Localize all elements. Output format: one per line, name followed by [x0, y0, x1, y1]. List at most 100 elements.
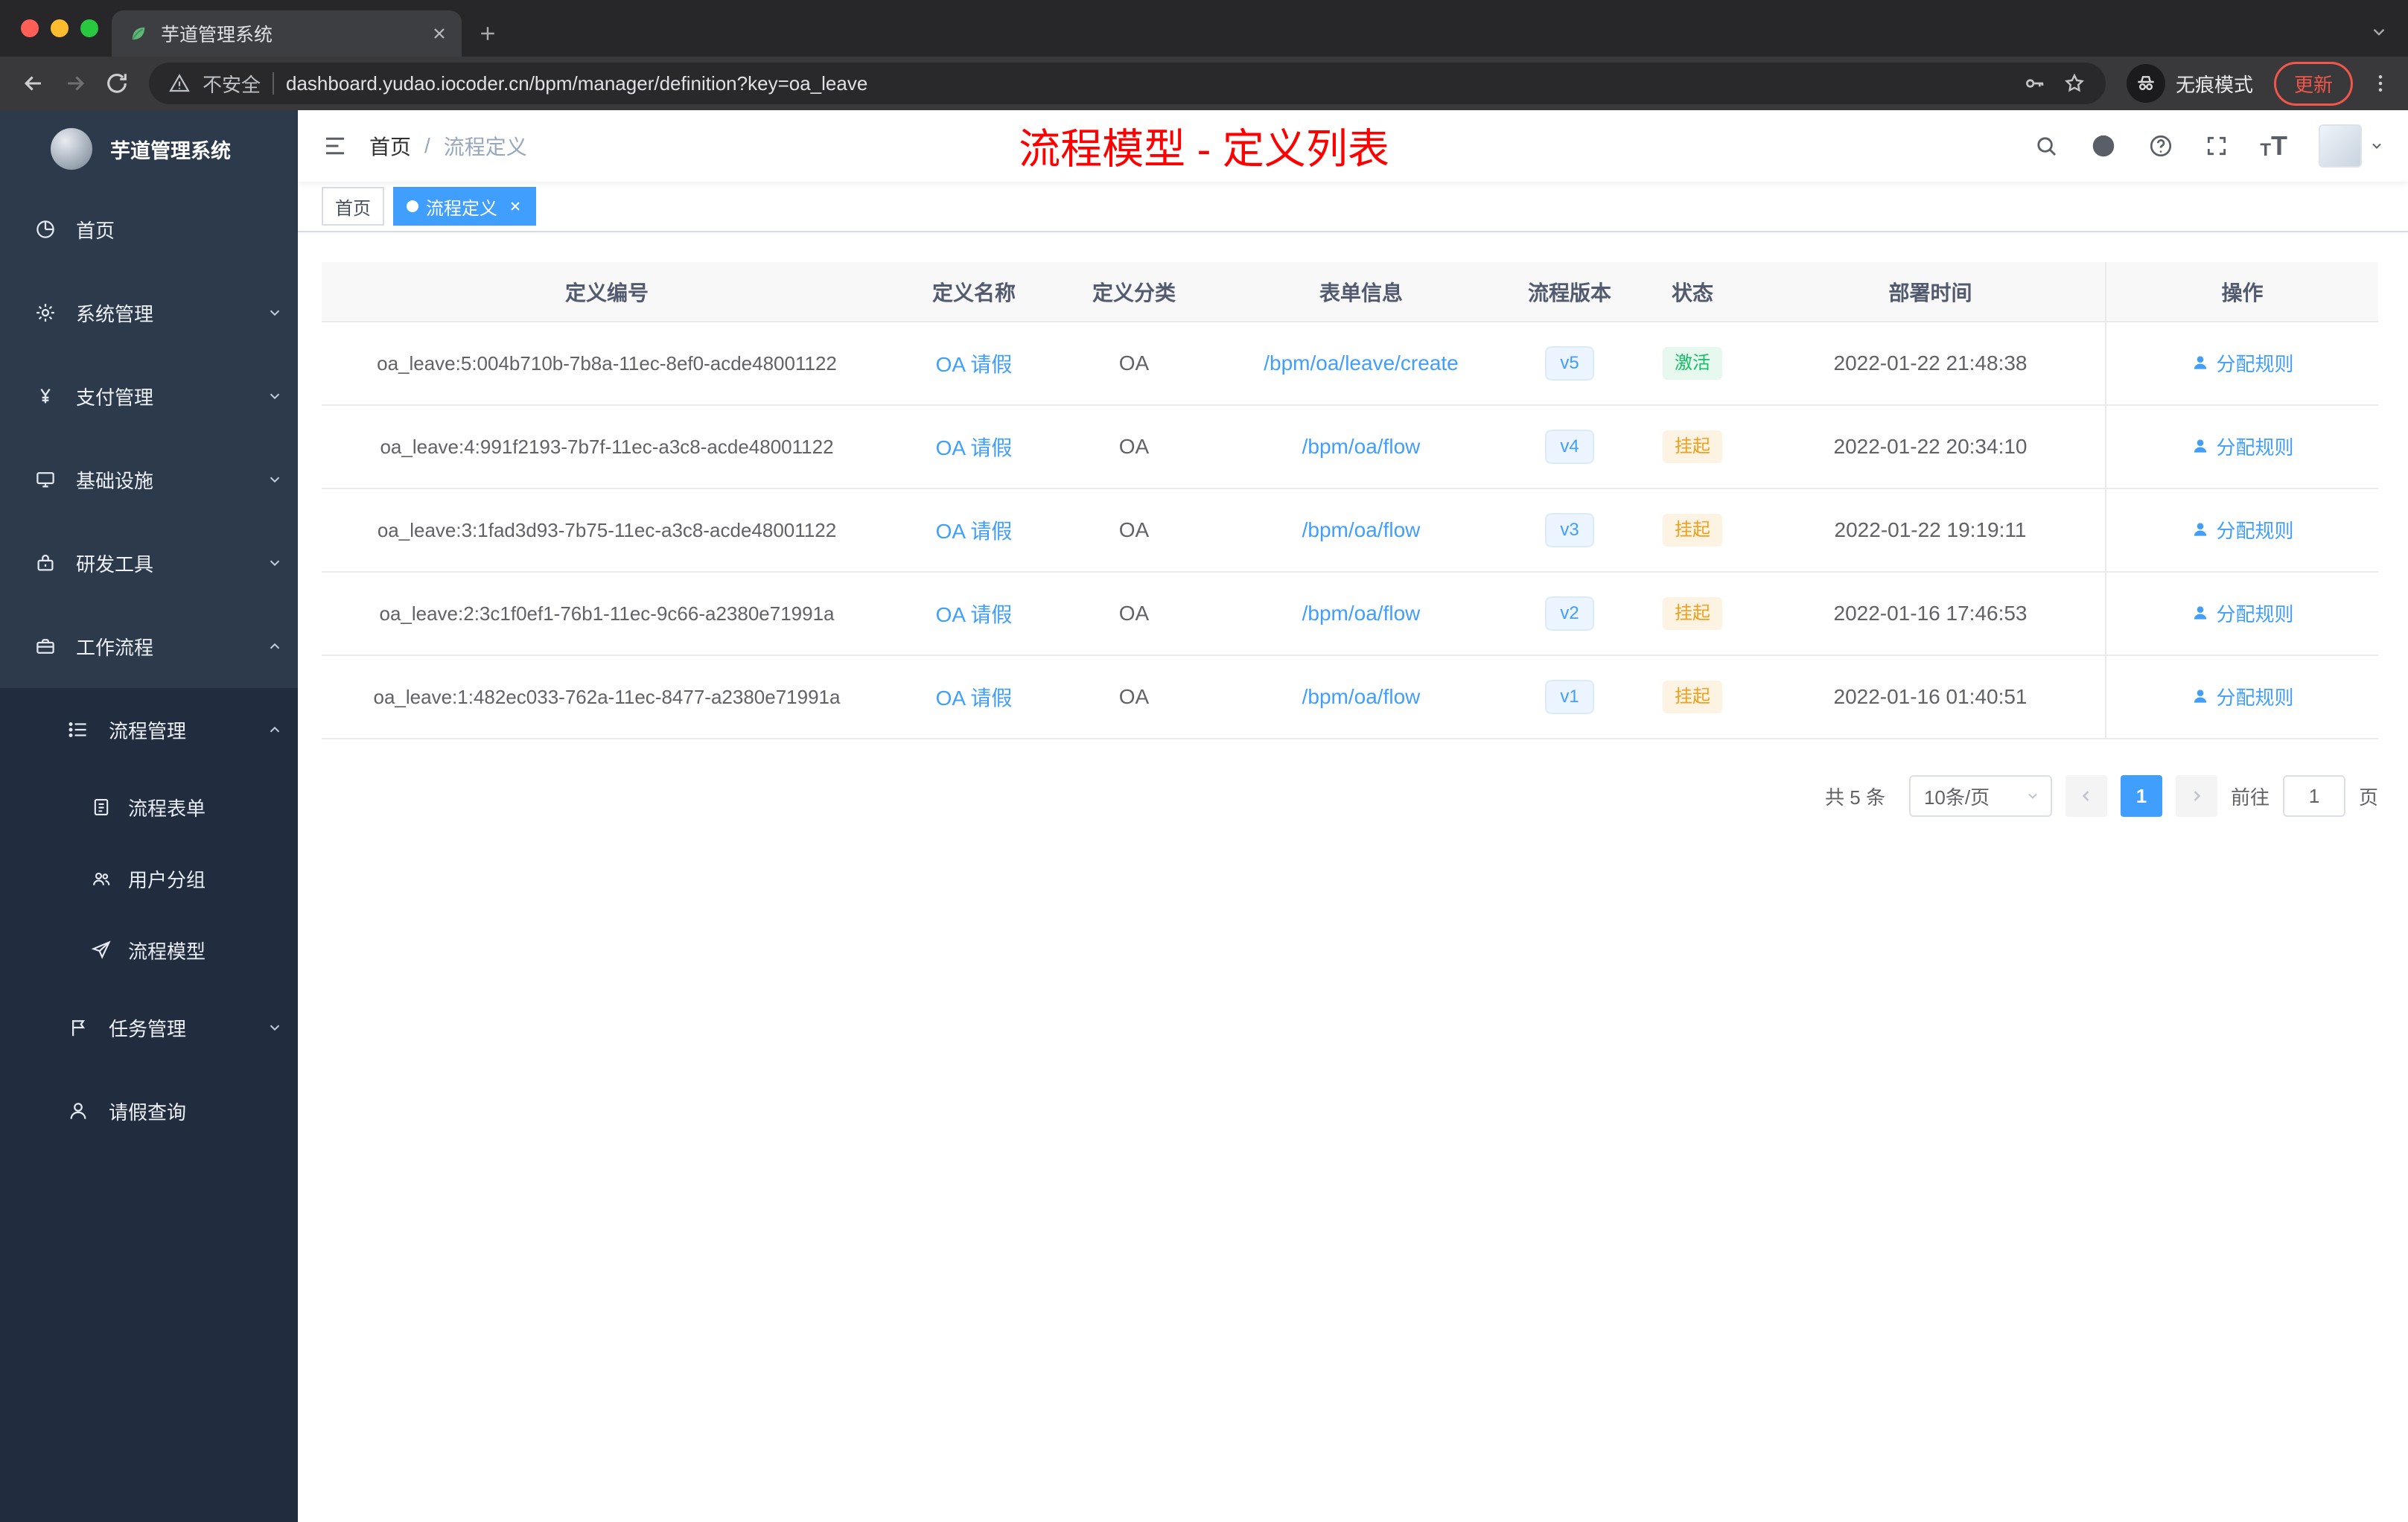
col-definition-category: 定义分类 [1056, 262, 1212, 322]
github-icon[interactable] [2090, 133, 2117, 159]
definition-name-link[interactable]: OA 请假 [936, 687, 1013, 710]
tag-process-definition[interactable]: 流程定义 [393, 187, 536, 226]
dashboard-icon [34, 218, 57, 241]
new-tab-button[interactable] [477, 22, 499, 45]
menu-label: 请假查询 [109, 1101, 187, 1124]
sidebar-item-leave-query[interactable]: 请假查询 [0, 1069, 298, 1153]
chevron-down-icon [267, 305, 283, 321]
active-dot [407, 200, 418, 212]
status-tag: 激活 [1663, 347, 1722, 380]
browser-menu-icon[interactable] [2369, 72, 2392, 95]
fullscreen-icon[interactable] [2205, 134, 2229, 158]
sidebar-item-home[interactable]: 首页 [0, 188, 298, 271]
col-definition-name: 定义名称 [892, 262, 1056, 322]
sidebar-item-user-group[interactable]: 用户分组 [0, 843, 298, 914]
col-operation: 操作 [2105, 262, 2378, 322]
sidebar-item-payment[interactable]: 支付管理 [0, 354, 298, 438]
form-url-link[interactable]: /bpm/oa/flow [1302, 435, 1421, 458]
form-url-link[interactable]: /bpm/oa/leave/create [1264, 351, 1459, 375]
menu-label: 研发工具 [76, 553, 154, 576]
definition-id: oa_leave:4:991f2193-7b7f-11ec-a3c8-acde4… [380, 436, 834, 458]
assign-rule-link[interactable]: 分配规则 [2191, 433, 2294, 460]
avatar[interactable] [2319, 124, 2362, 168]
sidebar-item-system[interactable]: 系统管理 [0, 271, 298, 354]
back-icon[interactable] [16, 66, 51, 101]
status-tag: 挂起 [1663, 681, 1722, 713]
sidebar-item-process-form[interactable]: 流程表单 [0, 771, 298, 843]
url-text[interactable]: dashboard.yudao.iocoder.cn/bpm/manager/d… [286, 72, 2010, 95]
goto-page-input[interactable] [2282, 775, 2345, 817]
traffic-light-fullscreen[interactable] [80, 19, 98, 37]
prev-page-button[interactable] [2065, 775, 2107, 817]
reload-icon[interactable] [100, 66, 134, 101]
chevron-down-icon [2025, 789, 2040, 803]
status-tag: 挂起 [1663, 430, 1722, 463]
bookmark-star-icon[interactable] [2063, 71, 2086, 95]
tag-home[interactable]: 首页 [322, 187, 384, 226]
deploy-time: 2022-01-16 17:46:53 [1833, 602, 2028, 625]
tab-close-icon[interactable] [430, 25, 448, 42]
version-tag: v1 [1545, 680, 1594, 714]
main-area: 首页 / 流程定义 流程模型 - 定义列表 TT 首页 流程定义 定义编号 定义… [298, 110, 2408, 1522]
address-bar[interactable]: 不安全 dashboard.yudao.iocoder.cn/bpm/manag… [149, 63, 2106, 104]
help-icon[interactable] [2148, 133, 2173, 159]
forward-icon[interactable] [58, 66, 92, 101]
definition-name-link[interactable]: OA 请假 [936, 603, 1013, 626]
form-url-link[interactable]: /bpm/oa/flow [1302, 518, 1421, 541]
menu-label: 支付管理 [76, 386, 154, 409]
assign-rule-link[interactable]: 分配规则 [2191, 599, 2294, 627]
sidebar-item-infrastructure[interactable]: 基础设施 [0, 438, 298, 521]
definition-id: oa_leave:1:482ec033-762a-11ec-8477-a2380… [373, 686, 841, 708]
user-icon [2191, 603, 2210, 623]
definition-table: 定义编号 定义名称 定义分类 表单信息 流程版本 状态 部署时间 操作 oa_l… [322, 262, 2378, 739]
current-page-button[interactable]: 1 [2120, 775, 2162, 817]
key-icon[interactable] [2022, 71, 2046, 95]
chevron-up-icon [267, 722, 283, 738]
traffic-light-close[interactable] [21, 19, 39, 37]
yen-icon [34, 385, 57, 407]
sidebar-item-task-management[interactable]: 任务管理 [0, 986, 298, 1069]
traffic-light-minimize[interactable] [51, 19, 69, 37]
menu-label: 任务管理 [109, 1017, 187, 1040]
menu-label: 系统管理 [76, 302, 154, 325]
security-label[interactable]: 不安全 [203, 70, 261, 98]
page-size-select[interactable]: 10条/页 [1908, 775, 2052, 817]
deploy-time: 2022-01-16 01:40:51 [1833, 685, 2028, 708]
definition-name-link[interactable]: OA 请假 [936, 520, 1013, 543]
search-icon[interactable] [2033, 133, 2059, 159]
browser-tab[interactable]: 芋道管理系统 [112, 10, 462, 57]
users-icon [91, 868, 112, 889]
breadcrumb-home[interactable]: 首页 [369, 131, 411, 161]
definition-name-link[interactable]: OA 请假 [936, 353, 1013, 376]
form-url-link[interactable]: /bpm/oa/flow [1302, 602, 1421, 625]
sidebar-item-devtools[interactable]: 研发工具 [0, 521, 298, 605]
tag-close-icon[interactable] [508, 199, 523, 214]
deploy-time: 2022-01-22 20:34:10 [1833, 435, 2028, 458]
next-page-button[interactable] [2175, 775, 2217, 817]
form-url-link[interactable]: /bpm/oa/flow [1302, 685, 1421, 708]
tab-search-chevron-icon[interactable] [2369, 22, 2389, 42]
update-button[interactable]: 更新 [2273, 61, 2353, 106]
assign-rule-link[interactable]: 分配规则 [2191, 516, 2294, 544]
table-row: oa_leave:2:3c1f0ef1-76b1-11ec-9c66-a2380… [322, 572, 2378, 656]
definition-name-link[interactable]: OA 请假 [936, 436, 1013, 459]
chevron-down-icon [267, 388, 283, 404]
font-size-icon[interactable]: TT [2260, 133, 2287, 159]
status-tag: 挂起 [1663, 597, 1722, 630]
table-row: oa_leave:3:1fad3d93-7b75-11ec-a3c8-acde4… [322, 488, 2378, 573]
user-icon [67, 1100, 89, 1122]
chevron-down-icon [267, 555, 283, 571]
chevron-down-icon [2369, 138, 2384, 153]
list-icon [67, 719, 89, 741]
sidebar-item-workflow[interactable]: 工作流程 [0, 605, 298, 688]
menu-label: 流程表单 [128, 797, 206, 820]
avatar-dropdown[interactable] [2319, 124, 2384, 168]
devtools-icon [34, 552, 57, 574]
assign-rule-link[interactable]: 分配规则 [2191, 349, 2294, 377]
sidebar-item-process-model[interactable]: 流程模型 [0, 914, 298, 986]
assign-rule-link[interactable]: 分配规则 [2191, 683, 2294, 710]
app-logo[interactable]: 芋道管理系统 [0, 110, 298, 188]
hamburger-icon[interactable] [322, 133, 348, 159]
sidebar-item-process-management[interactable]: 流程管理 [0, 688, 298, 771]
incognito-label: 无痕模式 [2175, 73, 2253, 96]
